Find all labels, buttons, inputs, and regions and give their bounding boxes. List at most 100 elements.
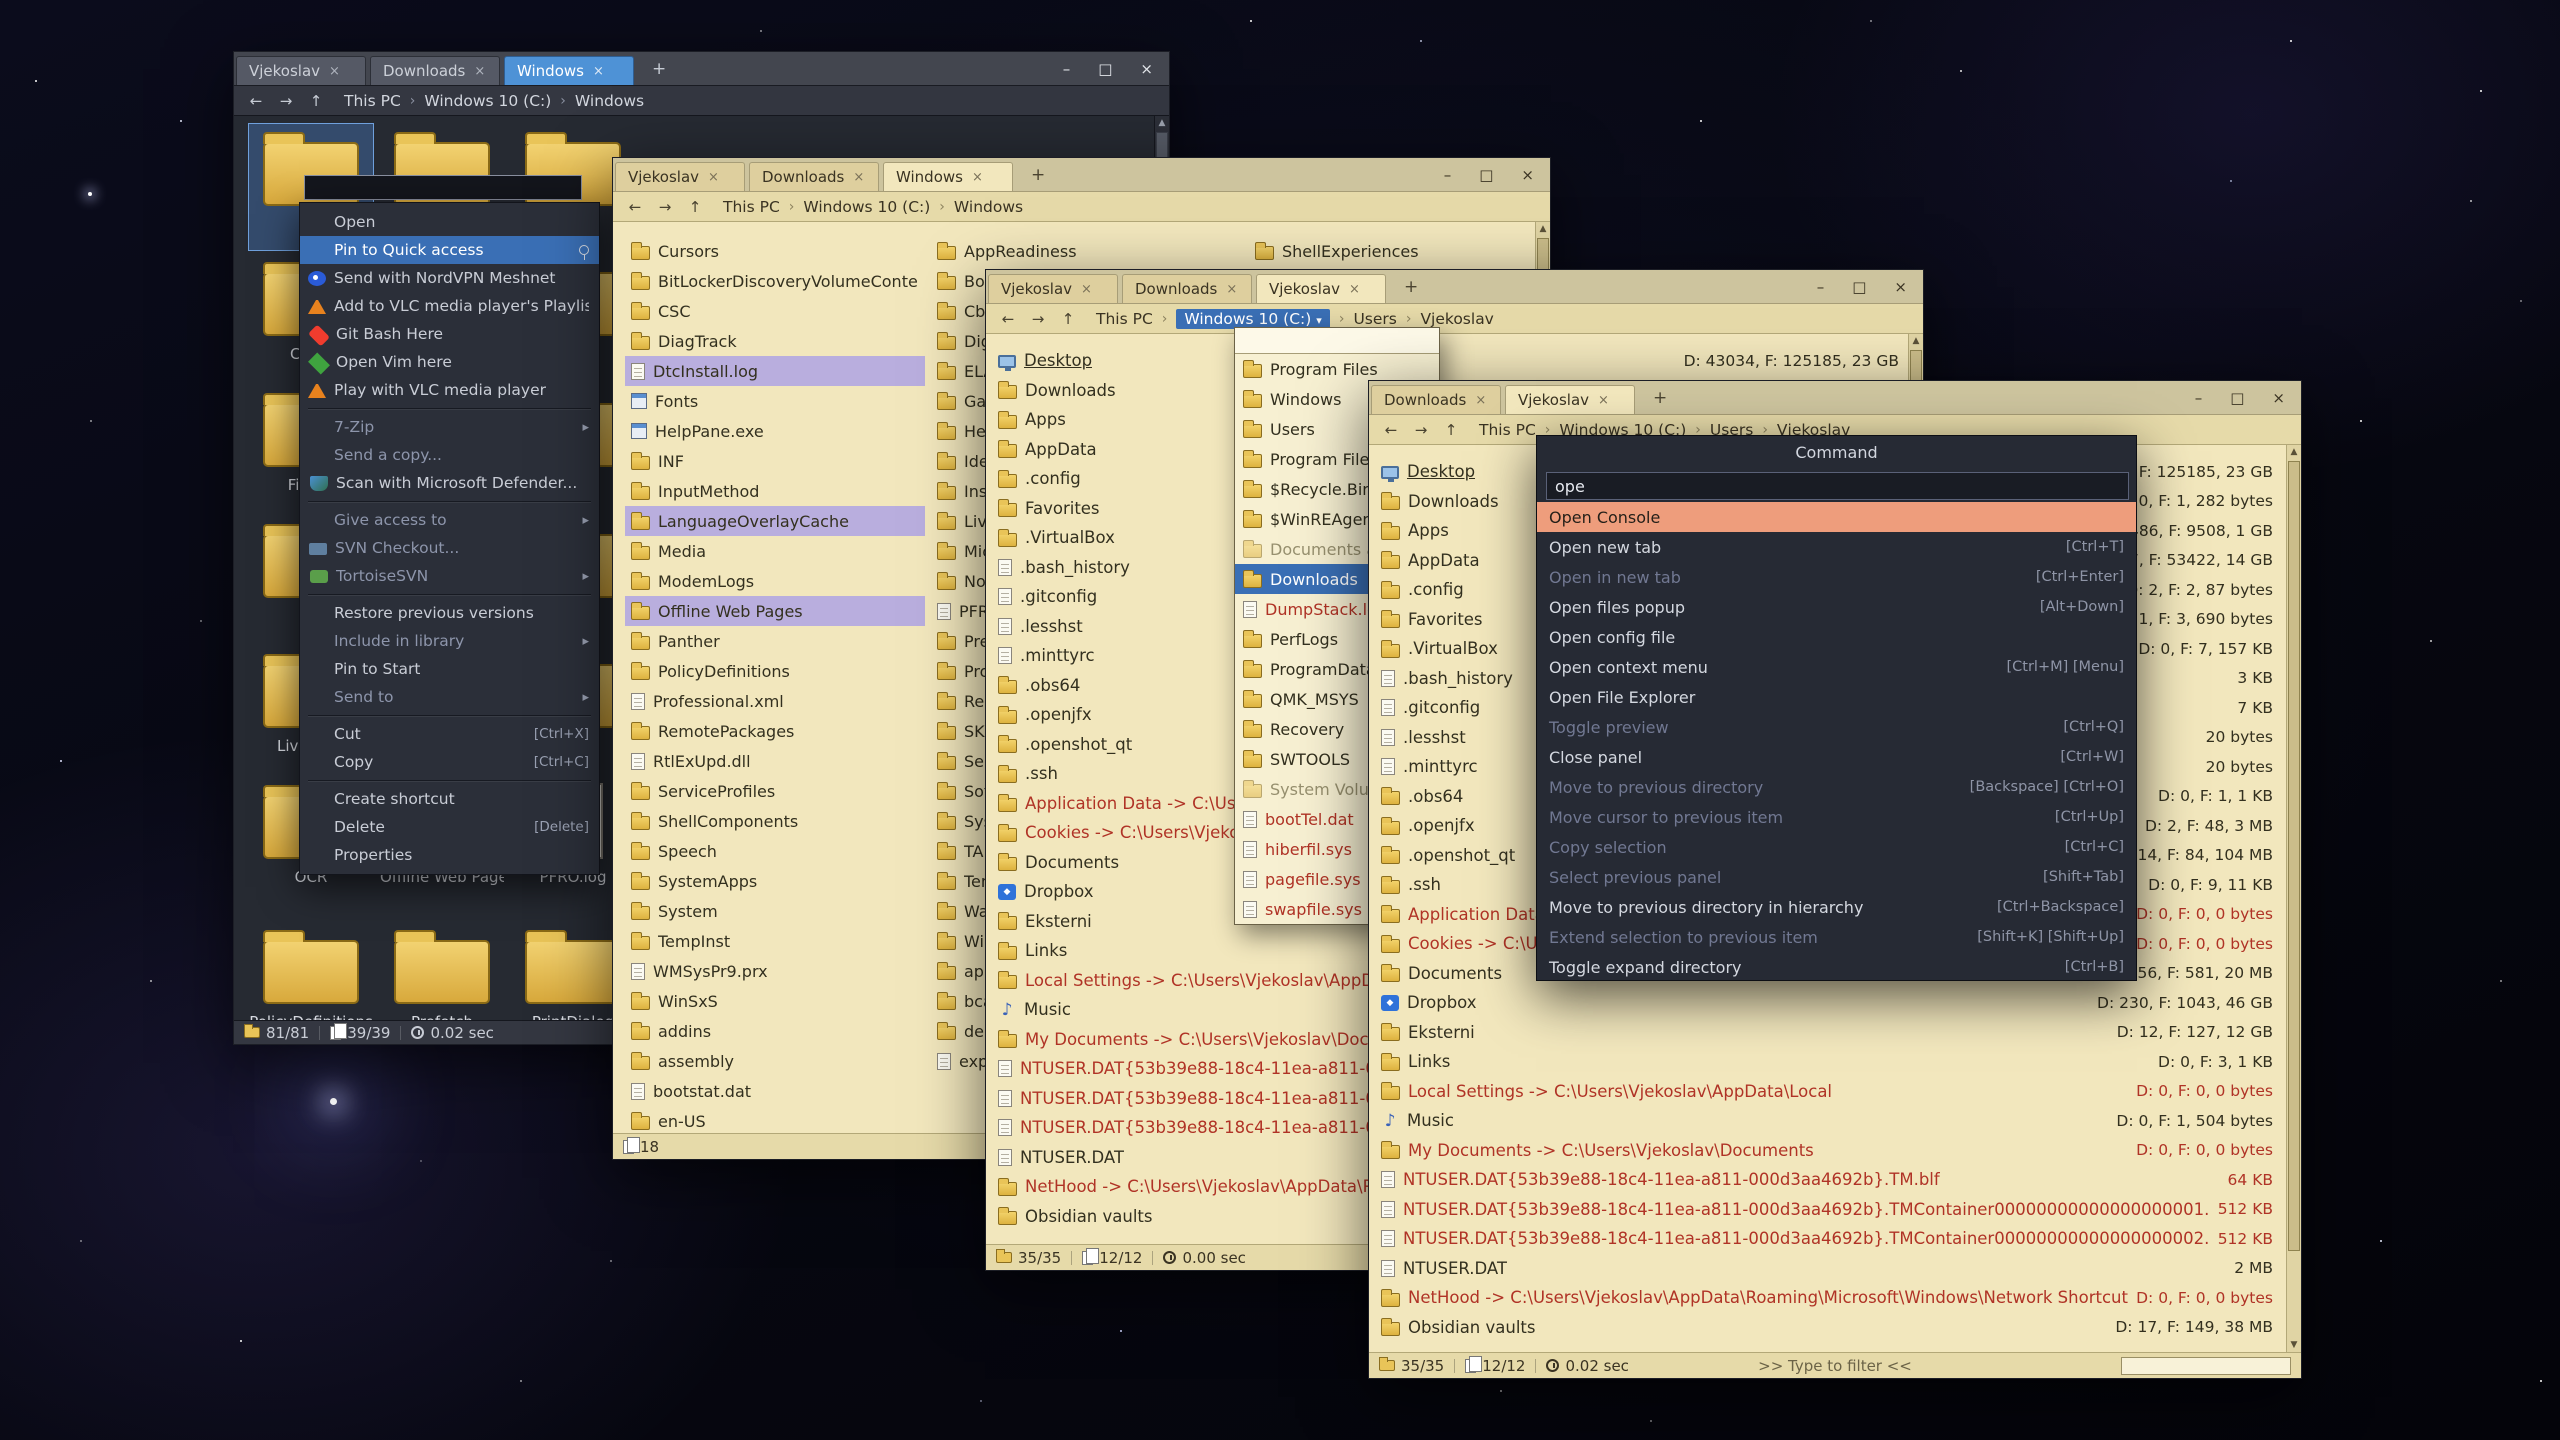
menu-item[interactable]: Properties [300,841,599,869]
menu-item[interactable]: Send to▸ [300,683,599,711]
menu-item[interactable]: Delete[Delete] [300,813,599,841]
tab-downloads[interactable]: Downloads× [1371,385,1501,414]
tab-close-icon[interactable]: × [853,170,864,185]
command-item[interactable]: Open config file [1537,622,2136,652]
command-item[interactable]: Open new tab[Ctrl+T] [1537,532,2136,562]
breadcrumb-item[interactable]: Vjekoslav [1420,310,1493,328]
menu-item[interactable]: 7-Zip▸ [300,413,599,441]
list-item[interactable]: ModemLogs [625,566,925,596]
filter-input[interactable] [2121,1357,2291,1375]
breadcrumb-item[interactable]: Windows [575,92,644,110]
tab-windows[interactable]: Windows× [504,56,634,85]
breadcrumb-item[interactable]: Users [1353,310,1396,328]
list-item[interactable]: ShellExperiences [1249,236,1535,266]
command-item[interactable]: Toggle preview[Ctrl+Q] [1537,712,2136,742]
breadcrumb-item[interactable]: This PC [723,198,780,216]
rename-input[interactable] [304,175,582,200]
list-item[interactable]: WinSxS [625,986,925,1016]
back-button[interactable]: ← [1379,421,1403,439]
list-item[interactable]: LinksD: 0, F: 3, 1 KB [1375,1047,2279,1077]
new-tab-button[interactable]: + [1396,277,1426,297]
breadcrumb-item[interactable]: Windows 10 (C:) [424,92,551,110]
list-item[interactable]: Professional.xml [625,686,925,716]
back-button[interactable]: ← [996,310,1020,328]
titlebar[interactable]: Downloads×Vjekoslav×+ – □ × [1369,381,2301,415]
list-item[interactable]: NTUSER.DAT2 MB [1375,1254,2279,1284]
menu-item[interactable]: Copy[Ctrl+C] [300,748,599,776]
grid-item[interactable]: Prefetch [380,922,504,1020]
forward-button[interactable]: → [1026,310,1050,328]
list-item[interactable]: System [625,896,925,926]
close-button[interactable]: × [2272,389,2285,407]
list-item[interactable]: Media [625,536,925,566]
breadcrumb-item[interactable]: Windows 10 (C:)▾ [1176,309,1329,329]
titlebar[interactable]: Vjekoslav×Downloads×Windows×+ – □ × [613,158,1550,192]
list-item[interactable]: WMSysPr9.prx [625,956,925,986]
list-item[interactable]: Panther [625,626,925,656]
menu-item[interactable]: Add to VLC media player's Playlist [300,292,599,320]
list-item[interactable]: SystemApps [625,866,925,896]
list-item[interactable]: CSC [625,296,925,326]
list-item[interactable]: LanguageOverlayCache [625,506,925,536]
list-item[interactable]: assembly [625,1046,925,1076]
command-item[interactable]: Copy selection[Ctrl+C] [1537,832,2136,862]
menu-item[interactable]: Pin to Start [300,655,599,683]
new-tab-button[interactable]: + [644,59,674,79]
list-item[interactable]: addins [625,1016,925,1046]
up-button[interactable]: ↑ [304,92,328,110]
tab-close-icon[interactable]: × [1475,393,1486,408]
menu-item[interactable]: Pin to Quick access [300,236,599,264]
command-item[interactable]: Move to previous directory in hierarchy[… [1537,892,2136,922]
tab-vjekoslav[interactable]: Vjekoslav× [988,274,1118,303]
titlebar[interactable]: Vjekoslav×Downloads×Windows×+ – □ × [234,52,1169,86]
menu-item[interactable]: Play with VLC media player [300,376,599,404]
maximize-button[interactable]: □ [2230,389,2244,407]
tab-close-icon[interactable]: × [1598,393,1609,408]
menu-item[interactable]: Open Vim here [300,348,599,376]
list-item[interactable]: ServiceProfiles [625,776,925,806]
tab-close-icon[interactable]: × [329,64,340,79]
minimize-button[interactable]: – [1444,166,1452,184]
command-item[interactable]: Extend selection to previous item[Shift+… [1537,922,2136,952]
up-button[interactable]: ↑ [1056,310,1080,328]
list-item[interactable]: Fonts [625,386,925,416]
scrollbar-thumb[interactable] [2288,461,2300,1251]
tab-windows[interactable]: Windows× [883,162,1013,191]
new-tab-button[interactable]: + [1645,388,1675,408]
list-item[interactable]: ♪MusicD: 0, F: 1, 504 bytes [1375,1106,2279,1136]
list-item[interactable]: BitLockerDiscoveryVolumeContents [625,266,925,296]
menu-item[interactable]: Give access to▸ [300,506,599,534]
tab-downloads[interactable]: Downloads× [1122,274,1252,303]
command-item[interactable]: Move to previous directory[Backspace] [C… [1537,772,2136,802]
list-item[interactable]: PolicyDefinitions [625,656,925,686]
path-edit-input[interactable] [1235,328,1439,354]
list-item[interactable]: INF [625,446,925,476]
up-button[interactable]: ↑ [1439,421,1463,439]
list-item[interactable]: Offline Web Pages [625,596,925,626]
minimize-button[interactable]: – [1817,278,1825,296]
list-item[interactable]: RemotePackages [625,716,925,746]
list-item[interactable]: TempInst [625,926,925,956]
menu-item[interactable]: SVN Checkout... [300,534,599,562]
forward-button[interactable]: → [1409,421,1433,439]
vertical-scrollbar[interactable]: ▲ ▼ [2286,445,2301,1352]
menu-item[interactable]: Git Bash Here [300,320,599,348]
menu-item[interactable]: Send with NordVPN Meshnet [300,264,599,292]
tab-close-icon[interactable]: × [1226,282,1237,297]
breadcrumb-item[interactable]: This PC [1479,421,1536,439]
list-item[interactable]: NTUSER.DAT{53b39e88-18c4-11ea-a811-000d3… [1375,1165,2279,1195]
scroll-up-icon[interactable]: ▲ [1155,116,1169,130]
command-item[interactable]: Select previous panel[Shift+Tab] [1537,862,2136,892]
list-item[interactable]: RtlExUpd.dll [625,746,925,776]
list-item[interactable]: DiagTrack [625,326,925,356]
grid-item[interactable]: PolicyDefinitions [249,922,373,1020]
tab-close-icon[interactable]: × [1349,282,1360,297]
list-item[interactable]: DesktopD: 43034, F: 125185, 23 GB [992,346,1905,376]
menu-item[interactable]: Cut[Ctrl+X] [300,720,599,748]
list-item[interactable]: Speech [625,836,925,866]
list-item[interactable]: ◆DropboxD: 230, F: 1043, 46 GB [1375,988,2279,1018]
menu-item[interactable]: Create shortcut [300,785,599,813]
list-item[interactable]: Obsidian vaultsD: 17, F: 149, 38 MB [1375,1313,2279,1343]
list-item[interactable]: NetHood -> C:\Users\Vjekoslav\AppData\Ro… [1375,1283,2279,1313]
list-item[interactable]: EksterniD: 12, F: 127, 12 GB [1375,1018,2279,1048]
